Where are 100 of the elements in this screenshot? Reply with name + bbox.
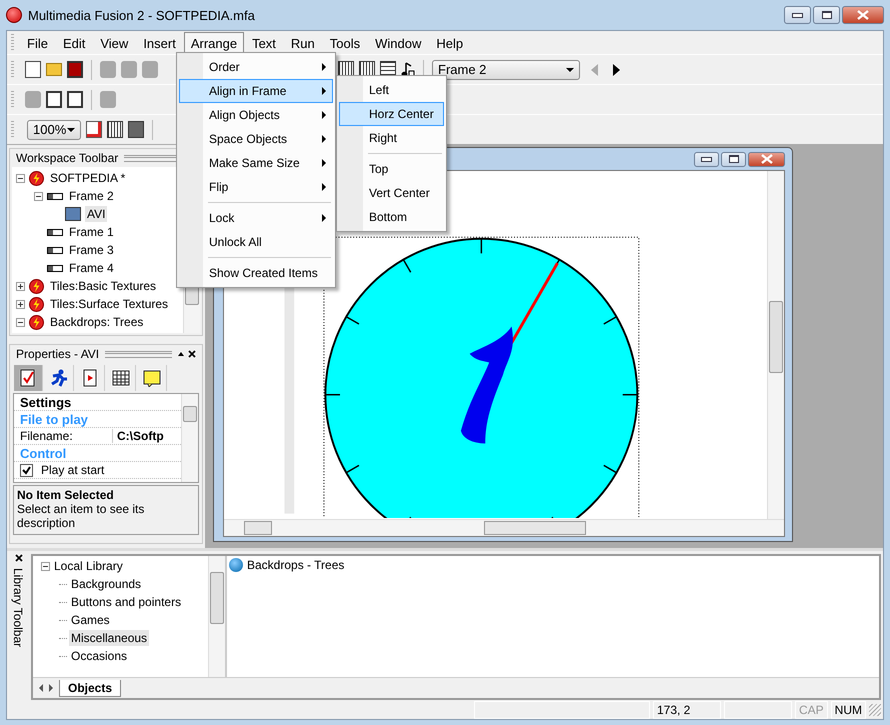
grid-icon[interactable]: [107, 121, 123, 138]
tree-item[interactable]: Miscellaneous: [69, 630, 150, 646]
menu-item[interactable]: Align in Frame: [179, 79, 333, 103]
tree-item[interactable]: Backgrounds: [69, 576, 144, 592]
minimize-button[interactable]: [694, 152, 719, 166]
play-page-icon: [81, 369, 99, 387]
frame-icon: [47, 228, 63, 236]
resize-grip-icon[interactable]: [869, 704, 881, 716]
grid-snap-icon[interactable]: [86, 121, 102, 138]
library-item[interactable]: Backdrops - Trees: [247, 558, 344, 572]
minimize-button[interactable]: [784, 6, 811, 24]
panel-title: Properties - AVI: [16, 347, 100, 361]
lightning-ball-icon: [29, 170, 44, 186]
tree-item[interactable]: Games: [69, 612, 112, 628]
status-field: 173, 2: [652, 700, 721, 718]
lightning-ball-icon: [29, 278, 44, 294]
tree-item[interactable]: Frame 4: [67, 260, 116, 276]
window-title: Multimedia Fusion 2 - SOFTPEDIA.mfa: [28, 8, 256, 22]
tree-item[interactable]: Backdrops: Trees: [48, 314, 146, 330]
menu-item[interactable]: Text: [245, 32, 283, 54]
menu-item[interactable]: Edit: [56, 32, 92, 54]
tree-item[interactable]: Tiles:Basic Textures: [48, 278, 158, 294]
expand-toggle-icon[interactable]: [41, 562, 50, 570]
maximize-button[interactable]: [721, 152, 746, 166]
menu-item[interactable]: Help: [429, 32, 470, 54]
maximize-button[interactable]: [813, 6, 840, 24]
settings-tab[interactable]: [14, 365, 43, 391]
property-value[interactable]: C:\Softp: [113, 429, 164, 443]
lightning-ball-icon: [29, 296, 44, 312]
menu-item[interactable]: File: [20, 32, 55, 54]
close-icon: [857, 10, 869, 20]
menu-item[interactable]: Space Objects: [179, 127, 333, 151]
frame-icon: [47, 246, 63, 254]
frame-icon: [47, 264, 63, 272]
expand-toggle-icon[interactable]: [16, 282, 25, 290]
menu-item[interactable]: Arrange: [184, 32, 244, 54]
expand-toggle-icon[interactable]: [16, 300, 25, 308]
menu-item[interactable]: Unlock All: [179, 230, 333, 254]
frame-icon: [47, 192, 63, 200]
frame-dropdown[interactable]: Frame 2: [432, 60, 580, 80]
status-field: [724, 700, 792, 718]
tree-item[interactable]: Buttons and pointers: [69, 594, 184, 610]
next-arrow-icon[interactable]: [613, 64, 620, 76]
menu-item[interactable]: Window: [368, 32, 428, 54]
scrollbar[interactable]: [208, 556, 225, 677]
horizontal-scrollbar[interactable]: [224, 519, 784, 536]
running-figure-icon: [50, 369, 68, 387]
menu-item[interactable]: Horz Center: [339, 102, 444, 126]
checkbox[interactable]: [20, 464, 33, 476]
tree-item[interactable]: Frame 3: [67, 242, 116, 258]
speech-note-icon: [143, 369, 161, 387]
menu-item[interactable]: Tools: [322, 32, 368, 54]
expand-toggle-icon[interactable]: [16, 174, 25, 182]
zoom-dropdown[interactable]: 100%: [27, 120, 81, 140]
tree-item[interactable]: Occasions: [69, 648, 130, 664]
menu-item[interactable]: Show Created Items: [179, 261, 333, 285]
scrollbar[interactable]: [181, 394, 198, 482]
menu-item[interactable]: Bottom: [339, 205, 444, 229]
close-button[interactable]: [842, 6, 884, 24]
close-button[interactable]: [748, 152, 785, 166]
checkbox-label: Play at start: [41, 463, 104, 477]
app-logo-icon: [6, 7, 22, 23]
menu-item[interactable]: Order: [179, 55, 333, 79]
menu-item[interactable]: Insert: [136, 32, 183, 54]
tree-item[interactable]: Tiles:Surface Textures: [48, 296, 170, 312]
menu-item[interactable]: Top: [339, 157, 444, 181]
scrollbar[interactable]: [767, 171, 784, 519]
menu-item[interactable]: Run: [284, 32, 322, 54]
menu-item[interactable]: Right: [339, 126, 444, 150]
close-icon[interactable]: [188, 350, 196, 358]
app-logo-icon: [229, 558, 243, 572]
toolbar-title: Library Toolbar: [13, 568, 25, 648]
menu-item[interactable]: View: [93, 32, 136, 54]
expand-toggle-icon[interactable]: [16, 318, 25, 326]
new-file-icon[interactable]: [25, 61, 41, 78]
status-field: NUM: [830, 700, 866, 718]
tree-item[interactable]: SOFTPEDIA *: [48, 170, 128, 186]
property-label: Filename:: [20, 429, 113, 443]
expand-toggle-icon[interactable]: [34, 192, 43, 200]
close-icon: [760, 154, 772, 164]
menu-item[interactable]: Lock: [179, 206, 333, 230]
menu-item[interactable]: Left: [339, 78, 444, 102]
menu-item[interactable]: Vert Center: [339, 181, 444, 205]
menu-item[interactable]: Flip: [179, 175, 333, 199]
description-title: No Item Selected: [17, 488, 115, 502]
tree-item[interactable]: AVI: [85, 206, 108, 222]
close-icon[interactable]: [15, 554, 23, 562]
status-field: CAP: [794, 700, 828, 718]
collapse-arrow-icon[interactable]: [178, 352, 184, 356]
tree-item[interactable]: Local Library: [52, 558, 125, 574]
panel-title: Workspace Toolbar: [16, 151, 118, 165]
library-tab[interactable]: Objects: [59, 680, 122, 696]
menu-item[interactable]: Make Same Size: [179, 151, 333, 175]
table-icon: [112, 369, 130, 387]
tree-item[interactable]: Frame 1: [67, 224, 116, 240]
right-arrow-icon[interactable]: [49, 684, 53, 692]
menu-item[interactable]: Align Objects: [179, 103, 333, 127]
checked-page-icon: [19, 369, 37, 387]
tree-item[interactable]: Frame 2: [67, 188, 116, 204]
left-arrow-icon[interactable]: [39, 684, 43, 692]
